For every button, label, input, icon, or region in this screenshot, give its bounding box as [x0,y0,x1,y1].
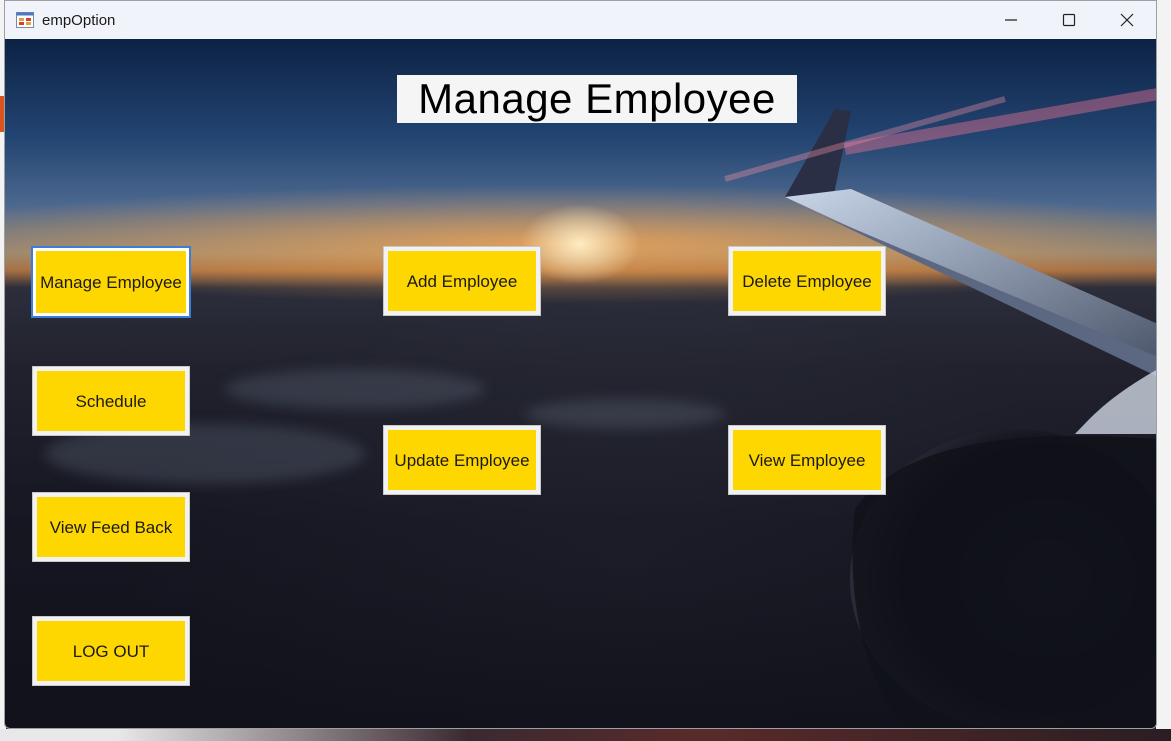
view-feedback-button[interactable]: View Feed Back [32,492,190,562]
page-title: Manage Employee [397,75,797,123]
desktop-background-bottom [0,729,1171,741]
schedule-button[interactable]: Schedule [32,366,190,436]
add-employee-button[interactable]: Add Employee [383,246,541,316]
close-button[interactable] [1098,1,1156,39]
emp-option-window: empOption Manage Employee Manage Employe… [4,0,1157,729]
title-bar[interactable]: empOption [5,1,1156,39]
window-title: empOption [42,11,116,29]
view-employee-button[interactable]: View Employee [728,425,886,495]
minimize-button[interactable] [982,1,1040,39]
logout-button[interactable]: LOG OUT [32,616,190,686]
manage-employee-button[interactable]: Manage Employee [31,246,191,318]
form-icon[interactable] [16,12,34,28]
delete-employee-button[interactable]: Delete Employee [728,246,886,316]
maximize-icon [1062,13,1076,27]
background-photo: Manage Employee Manage Employee Schedule… [5,39,1156,728]
desktop-background-right [1156,0,1171,741]
update-employee-button[interactable]: Update Employee [383,425,541,495]
close-icon [1120,13,1134,27]
maximize-button[interactable] [1040,1,1098,39]
minimize-icon [1005,19,1017,21]
